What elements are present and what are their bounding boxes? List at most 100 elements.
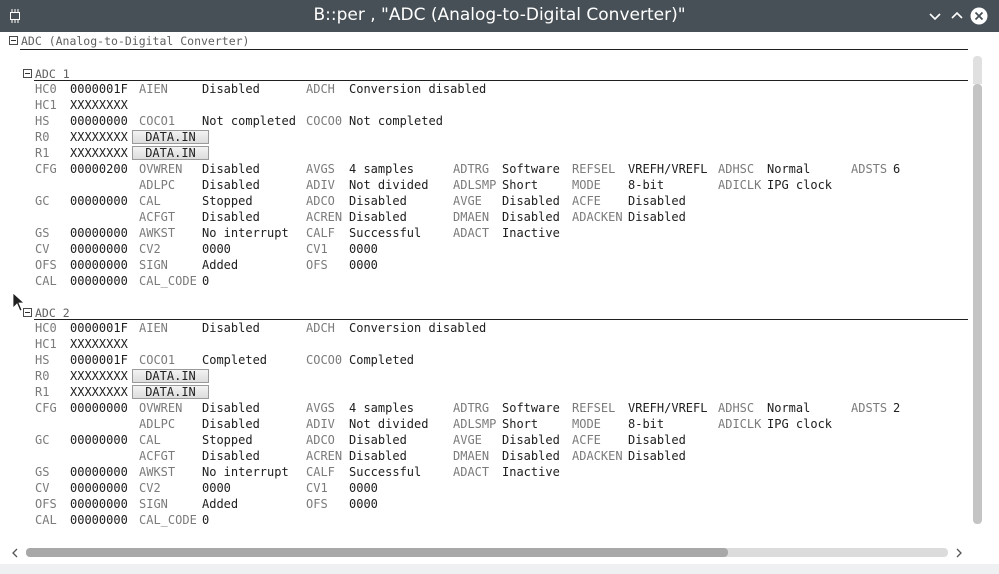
field-value[interactable]: Disabled bbox=[628, 193, 686, 209]
field-value[interactable]: 0000 bbox=[349, 496, 378, 512]
field-value[interactable]: 6 bbox=[893, 161, 900, 177]
vertical-scrollbar-thumb[interactable] bbox=[973, 84, 982, 524]
field-value[interactable]: Disabled bbox=[202, 209, 260, 225]
field-value[interactable]: Short bbox=[502, 177, 538, 193]
register-value[interactable]: 00000000 bbox=[70, 432, 128, 448]
field-value[interactable]: Inactive bbox=[502, 225, 560, 241]
field-value[interactable]: Disabled bbox=[349, 193, 407, 209]
field-value[interactable]: Disabled bbox=[202, 320, 260, 336]
section-collapse-toggle[interactable] bbox=[23, 69, 32, 78]
section-collapse-toggle[interactable] bbox=[23, 308, 32, 317]
field-value[interactable]: Conversion disabled bbox=[349, 81, 486, 97]
field-value[interactable]: Completed bbox=[202, 352, 267, 368]
field-value[interactable]: 2 bbox=[893, 400, 900, 416]
data-in-button[interactable]: DATA.IN bbox=[132, 146, 209, 160]
register-value[interactable]: 00000000 bbox=[70, 400, 128, 416]
data-in-button[interactable]: DATA.IN bbox=[132, 385, 209, 399]
field-value[interactable]: Stopped bbox=[202, 432, 253, 448]
field-value[interactable]: 4 samples bbox=[349, 161, 414, 177]
field-value[interactable]: 4 samples bbox=[349, 400, 414, 416]
field-value[interactable]: Disabled bbox=[502, 209, 560, 225]
field-value[interactable]: 0000 bbox=[202, 480, 231, 496]
field-value[interactable]: Disabled bbox=[202, 161, 260, 177]
field-value[interactable]: Not divided bbox=[349, 416, 428, 432]
field-value[interactable]: Disabled bbox=[349, 209, 407, 225]
field-value[interactable]: Added bbox=[202, 257, 238, 273]
field-value[interactable]: Not completed bbox=[202, 113, 296, 129]
field-value[interactable]: Disabled bbox=[502, 193, 560, 209]
chevron-right-icon[interactable] bbox=[953, 547, 965, 559]
close-icon[interactable] bbox=[970, 7, 988, 25]
field-value[interactable]: Software bbox=[502, 161, 560, 177]
register-value[interactable]: 00000000 bbox=[70, 464, 128, 480]
field-value[interactable]: Disabled bbox=[202, 448, 260, 464]
field-value[interactable]: Disabled bbox=[202, 400, 260, 416]
register-value[interactable]: 00000000 bbox=[70, 113, 128, 129]
register-value[interactable]: 0000001F bbox=[70, 320, 128, 336]
field-value[interactable]: 0000 bbox=[349, 480, 378, 496]
field-value[interactable]: Disabled bbox=[502, 432, 560, 448]
field-value[interactable]: 0 bbox=[202, 512, 209, 528]
chevron-down-icon[interactable] bbox=[926, 7, 944, 25]
field-value[interactable]: Normal bbox=[767, 400, 810, 416]
field-value[interactable]: IPG clock bbox=[767, 177, 832, 193]
field-value[interactable]: VREFH/VREFL bbox=[628, 400, 707, 416]
field-value[interactable]: Disabled bbox=[202, 416, 260, 432]
field-value[interactable]: Short bbox=[502, 416, 538, 432]
field-value[interactable]: Disabled bbox=[628, 209, 686, 225]
register-value[interactable]: XXXXXXXX bbox=[70, 97, 128, 113]
field-value[interactable]: Conversion disabled bbox=[349, 320, 486, 336]
register-tree-view[interactable]: ADC (Analog-to-Digital Converter) ADC_1 H… bbox=[0, 32, 999, 542]
root-collapse-toggle[interactable] bbox=[9, 36, 18, 45]
data-in-button[interactable]: DATA.IN bbox=[132, 130, 209, 144]
register-value[interactable]: 00000000 bbox=[70, 512, 128, 528]
field-value[interactable]: Normal bbox=[767, 161, 810, 177]
register-value[interactable]: XXXXXXXX bbox=[70, 145, 128, 161]
register-value[interactable]: 00000000 bbox=[70, 257, 128, 273]
field-value[interactable]: Inactive bbox=[502, 464, 560, 480]
field-value[interactable]: 0000 bbox=[349, 257, 378, 273]
field-value[interactable]: No interrupt bbox=[202, 464, 289, 480]
register-value[interactable]: XXXXXXXX bbox=[70, 368, 128, 384]
register-value[interactable]: XXXXXXXX bbox=[70, 129, 128, 145]
register-value[interactable]: 00000200 bbox=[70, 161, 128, 177]
chevron-left-icon[interactable] bbox=[9, 547, 21, 559]
field-value[interactable]: 0000 bbox=[349, 241, 378, 257]
field-value[interactable]: 8-bit bbox=[628, 177, 664, 193]
field-value[interactable]: Disabled bbox=[628, 432, 686, 448]
field-value[interactable]: IPG clock bbox=[767, 416, 832, 432]
field-value[interactable]: Disabled bbox=[502, 448, 560, 464]
field-value[interactable]: Successful bbox=[349, 225, 421, 241]
register-value[interactable]: 00000000 bbox=[70, 241, 128, 257]
field-value[interactable]: Completed bbox=[349, 352, 414, 368]
register-value[interactable]: 0000001F bbox=[70, 352, 128, 368]
field-value[interactable]: 8-bit bbox=[628, 416, 664, 432]
field-value[interactable]: Disabled bbox=[202, 177, 260, 193]
field-value[interactable]: 0000 bbox=[202, 241, 231, 257]
horizontal-scrollbar-thumb[interactable] bbox=[26, 548, 728, 557]
field-value[interactable]: Disabled bbox=[628, 448, 686, 464]
register-value[interactable]: 00000000 bbox=[70, 193, 128, 209]
title-bar[interactable]: B::per , "ADC (Analog-to-Digital Convert… bbox=[0, 0, 999, 32]
register-value[interactable]: XXXXXXXX bbox=[70, 384, 128, 400]
register-value[interactable]: 0000001F bbox=[70, 81, 128, 97]
field-value[interactable]: Disabled bbox=[202, 81, 260, 97]
register-value[interactable]: 00000000 bbox=[70, 496, 128, 512]
register-value[interactable]: 00000000 bbox=[70, 480, 128, 496]
vertical-scrollbar-track[interactable] bbox=[973, 56, 982, 84]
field-value[interactable]: Disabled bbox=[349, 448, 407, 464]
field-value[interactable]: No interrupt bbox=[202, 225, 289, 241]
field-value[interactable]: Stopped bbox=[202, 193, 253, 209]
data-in-button[interactable]: DATA.IN bbox=[132, 369, 209, 383]
chevron-up-icon[interactable] bbox=[948, 7, 966, 25]
field-value[interactable]: Added bbox=[202, 496, 238, 512]
register-value[interactable]: XXXXXXXX bbox=[70, 336, 128, 352]
field-value[interactable]: 0 bbox=[202, 273, 209, 289]
field-value[interactable]: Not completed bbox=[349, 113, 443, 129]
register-value[interactable]: 00000000 bbox=[70, 225, 128, 241]
field-value[interactable]: Successful bbox=[349, 464, 421, 480]
field-value[interactable]: Not divided bbox=[349, 177, 428, 193]
field-value[interactable]: Software bbox=[502, 400, 560, 416]
register-value[interactable]: 00000000 bbox=[70, 273, 128, 289]
field-value[interactable]: Disabled bbox=[349, 432, 407, 448]
